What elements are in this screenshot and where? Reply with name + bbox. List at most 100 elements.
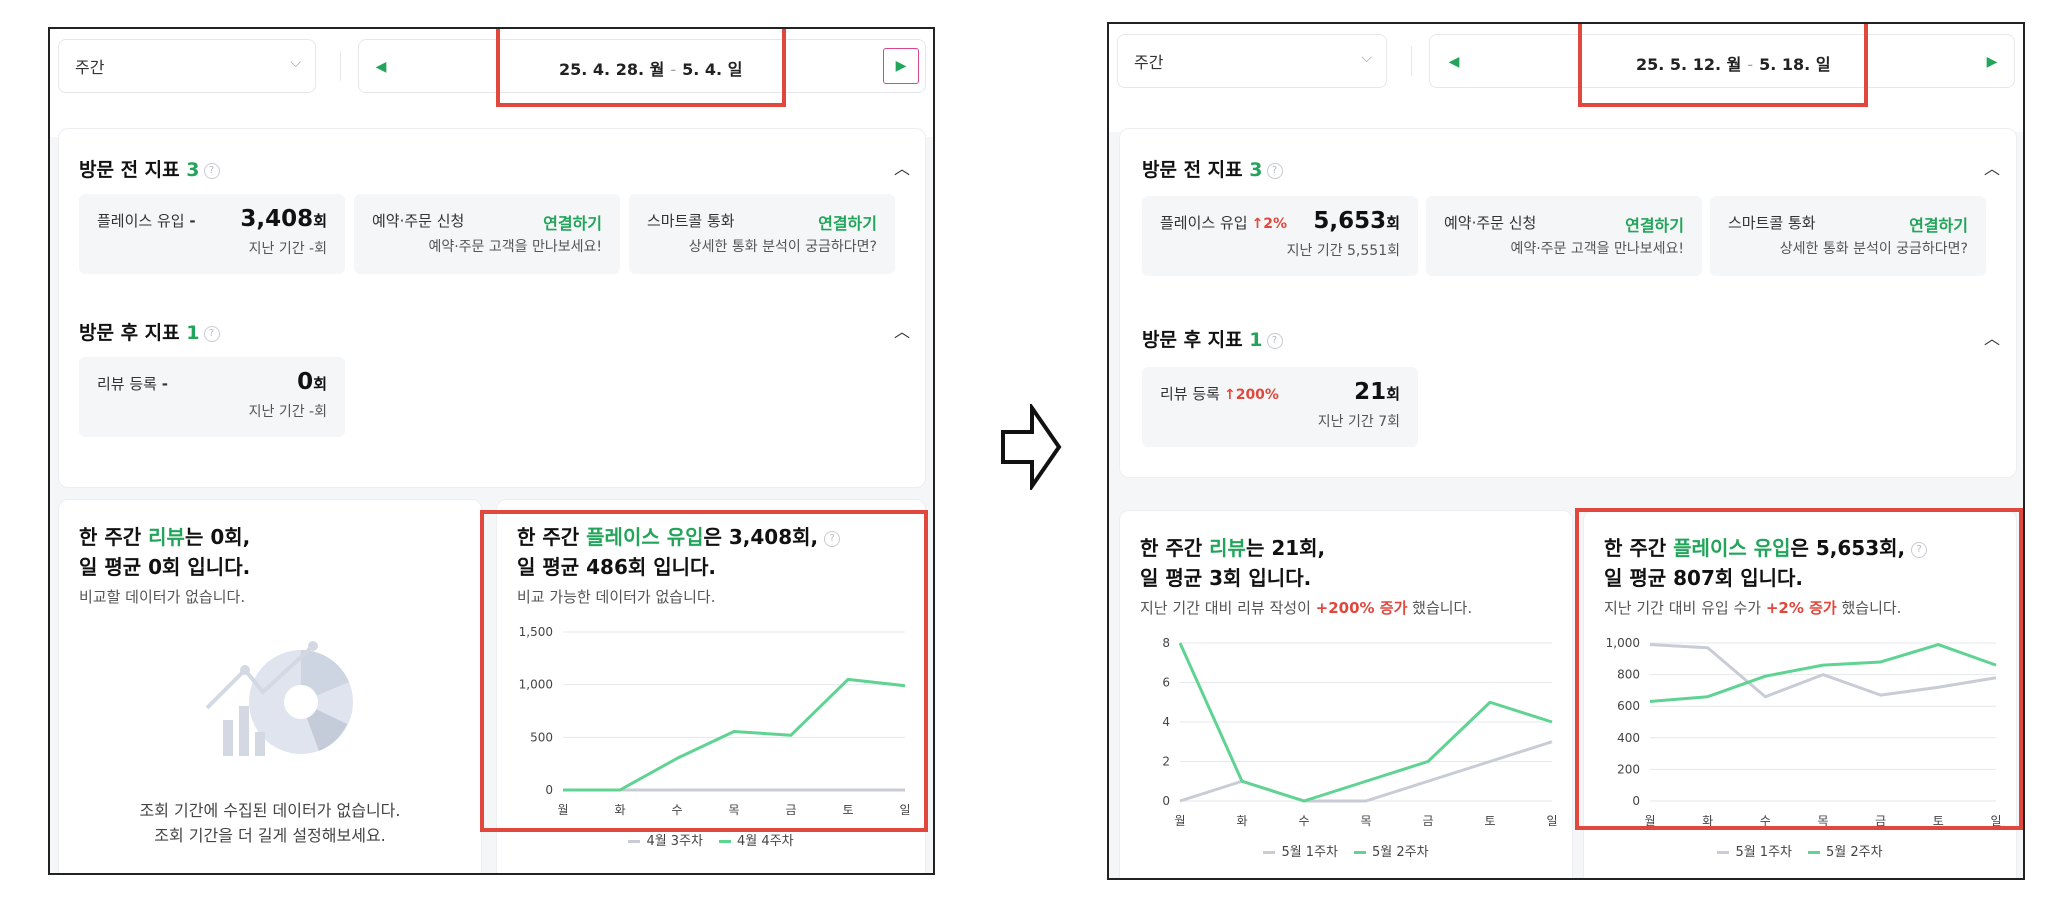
date-end: 5. 18. 일 [1759, 55, 1831, 74]
prev-week-icon[interactable]: ◀ [1444, 52, 1464, 72]
help-icon[interactable]: ? [1911, 541, 1928, 558]
tile-smartcall: 스마트콜 통화 연결하기 상세한 통화 분석이 궁금하다면? [1710, 196, 1986, 276]
chart-legend: 5월 1주차 5월 2주차 [1120, 841, 1572, 860]
legend-item: 4월 3주차 [628, 834, 703, 849]
y-tick-label: 0 [545, 783, 553, 797]
tile-previous: 지난 기간 -회 [248, 241, 327, 257]
post-visit-title: 방문 후 지표 1? [1142, 325, 1283, 352]
legend-item: 5월 2주차 [1354, 845, 1429, 860]
connect-link[interactable]: 연결하기 [543, 210, 602, 234]
legend-label: 4월 3주차 [646, 834, 703, 849]
chart-legend: 5월 1주차 5월 2주차 [1584, 841, 2016, 860]
date-start: 25. 4. 28. 월 [559, 60, 665, 79]
collapse-icon[interactable]: ︿ [894, 318, 910, 342]
inflow-line-chart: 0 200 400 600 800 1,000 월 화 수 목 금 토 일 [1606, 636, 2002, 828]
x-tick-label: 토 [1484, 814, 1495, 828]
period-value: 주간 [1134, 53, 1164, 72]
help-icon[interactable]: ? [1266, 162, 1283, 179]
trend-badge: - [161, 375, 168, 393]
tile-previous: 지난 기간 5,551회 [1286, 243, 1400, 259]
y-tick-label: 1,000 [519, 678, 553, 692]
chevron-down-icon: ⌵ [290, 55, 301, 71]
tile-review: 리뷰 등록 ↑200% 21회 지난 기간 7회 [1142, 367, 1418, 447]
legend-swatch [719, 840, 731, 843]
x-tick-label: 월 [1644, 814, 1655, 828]
chart-legend: 4월 3주차 4월 4주차 [497, 830, 925, 849]
inflow-line-chart: 0 500 1,000 1,500 월 화 수 목 금 토 일 [519, 625, 911, 817]
x-tick-label: 일 [899, 803, 910, 817]
legend-swatch [1354, 851, 1366, 854]
collapse-icon[interactable]: ︿ [894, 155, 910, 179]
tile-smartcall: 스마트콜 통화 연결하기 상세한 통화 분석이 궁금하다면? [629, 194, 895, 274]
date-end: 5. 4. 일 [682, 60, 743, 79]
next-week-icon[interactable]: ▶ [1982, 52, 2002, 72]
y-tick-label: 6 [1162, 676, 1170, 690]
date-range: 25. 4. 28. 월 -5. 4. 일 [559, 56, 742, 80]
x-tick-label: 일 [1546, 814, 1557, 828]
review-headline: 한 주간 리뷰는 21회, 일 평균 3회 입니다. [1140, 536, 1326, 590]
legend-swatch [1808, 851, 1820, 854]
connect-link[interactable]: 연결하기 [1625, 212, 1684, 236]
tile-value: 21회 [1354, 379, 1400, 405]
arrow-right-icon [1001, 404, 1062, 490]
inflow-note: 지난 기간 대비 유입 수가 +2% 증가 했습니다. [1604, 599, 1902, 617]
x-tick-label: 화 [1236, 814, 1247, 828]
x-tick-label: 수 [1298, 814, 1309, 828]
x-tick-label: 목 [1817, 814, 1828, 828]
tile-review: 리뷰 등록 - 0회 지난 기간 -회 [79, 357, 345, 437]
date-separator: - [1747, 55, 1754, 74]
legend-swatch [628, 840, 641, 843]
x-tick-label: 일 [1990, 814, 2001, 828]
tile-description: 예약·주문 고객을 만나보세요! [428, 239, 602, 255]
connect-link[interactable]: 연결하기 [1909, 212, 1968, 236]
x-tick-label: 수 [671, 803, 682, 817]
date-separator: - [670, 60, 677, 79]
tile-label: 예약·주문 신청 [1444, 214, 1537, 232]
period-select[interactable]: 주간 ⌵ [1117, 34, 1387, 88]
x-tick-label: 월 [1174, 814, 1185, 828]
tile-previous: 지난 기간 -회 [248, 404, 327, 420]
filter-bar: 주간 ⌵ ◀ 25. 4. 28. 월 -5. 4. 일 ▶ [50, 29, 933, 137]
pre-visit-count: 3 [1249, 159, 1263, 181]
divider [1411, 46, 1412, 76]
help-icon[interactable]: ? [203, 162, 220, 179]
legend-label: 5월 1주차 [1281, 845, 1338, 860]
tile-label: 예약·주문 신청 [372, 212, 465, 230]
tile-reservation: 예약·주문 신청 연결하기 예약·주문 고객을 만나보세요! [1426, 196, 1702, 276]
help-icon[interactable]: ? [1266, 332, 1283, 349]
x-tick-label: 토 [842, 803, 853, 817]
inflow-note: 비교 가능한 데이터가 없습니다. [517, 588, 716, 606]
help-icon[interactable]: ? [824, 530, 841, 547]
connect-link[interactable]: 연결하기 [818, 210, 877, 234]
x-tick-label: 화 [1702, 814, 1713, 828]
metrics-card: 방문 전 지표 3? ︿ 플레이스 유입 - 3,408회 지난 기간 -회 예… [58, 128, 926, 488]
prev-week-icon[interactable]: ◀ [371, 57, 391, 77]
tile-label: 리뷰 등록 - [97, 375, 168, 393]
y-tick-label: 0 [1162, 794, 1170, 808]
chevron-down-icon: ⌵ [1361, 50, 1372, 66]
period-value: 주간 [75, 58, 105, 77]
y-tick-label: 800 [1617, 668, 1640, 682]
x-tick-label: 목 [1360, 814, 1371, 828]
pre-visit-title: 방문 전 지표 3? [79, 155, 220, 182]
next-week-icon[interactable]: ▶ [883, 48, 919, 84]
x-tick-label: 금 [785, 803, 796, 817]
y-tick-label: 1,500 [519, 625, 553, 639]
collapse-icon[interactable]: ︿ [1984, 155, 2000, 179]
series-line-1 [1179, 740, 1553, 803]
review-note: 지난 기간 대비 리뷰 작성이 +200% 증가 했습니다. [1140, 599, 1473, 617]
tile-label: 플레이스 유입 - [97, 212, 196, 230]
help-icon[interactable]: ? [203, 325, 220, 342]
series-line-1 [1649, 643, 1997, 699]
tile-value: 3,408회 [240, 206, 327, 232]
review-line-chart: 0 2 4 6 8 월 화 수 목 금 토 일 [1162, 636, 1557, 828]
period-select[interactable]: 주간 ⌵ [58, 39, 316, 93]
tile-label: 스마트콜 통화 [647, 212, 735, 230]
before-panel: 주간 ⌵ ◀ 25. 4. 28. 월 -5. 4. 일 ▶ 방문 전 지표 3?… [48, 27, 935, 875]
trend-badge: - [189, 212, 196, 230]
collapse-icon[interactable]: ︿ [1984, 325, 2000, 349]
y-tick-label: 200 [1617, 762, 1640, 776]
x-tick-label: 목 [728, 803, 739, 817]
empty-message: 조회 기간에 수집된 데이터가 없습니다. 조회 기간을 더 길게 설정해보세요… [139, 801, 401, 845]
y-tick-label: 400 [1617, 731, 1640, 745]
